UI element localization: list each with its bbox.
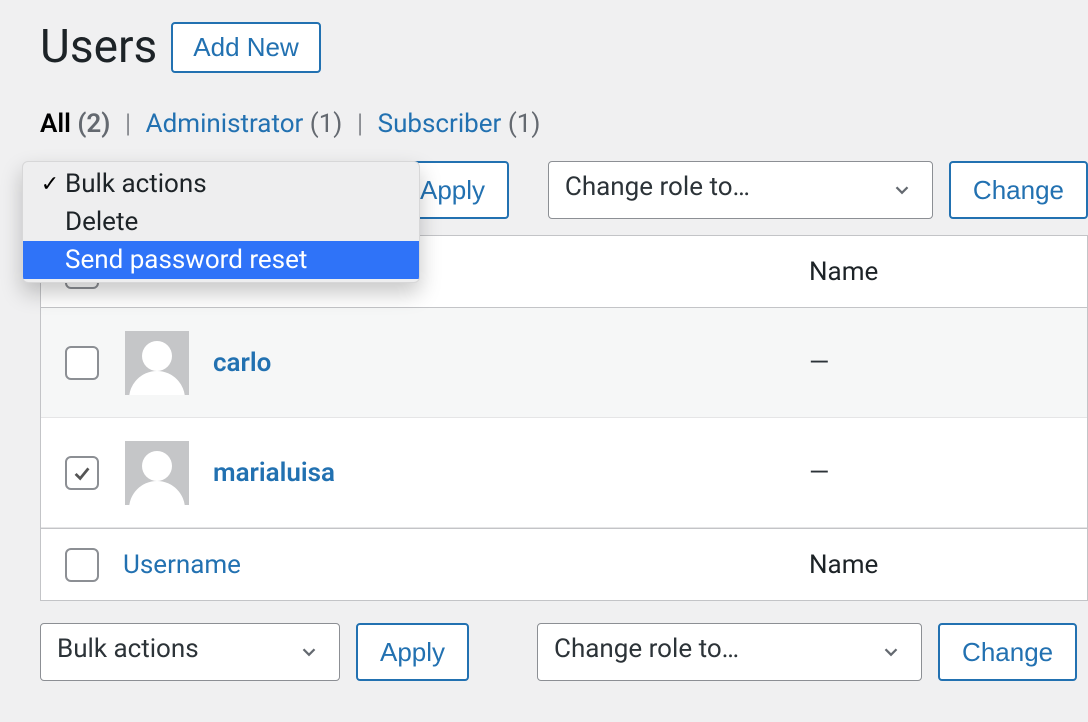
avatar (125, 331, 189, 395)
check-icon: ✓ (35, 172, 65, 197)
row-checkbox[interactable] (65, 346, 99, 380)
dropdown-option-bulk-actions[interactable]: ✓ Bulk actions (23, 165, 419, 203)
bulk-actions-select-bottom-wrap: Bulk actions (40, 623, 340, 681)
change-button-bottom[interactable]: Change (938, 623, 1077, 681)
change-role-select[interactable]: Change role to… (548, 161, 933, 219)
change-role-select-bottom[interactable]: Change role to… (537, 623, 922, 681)
dropdown-option-delete[interactable]: Delete (23, 203, 419, 241)
column-footer-username[interactable]: Username (123, 550, 241, 580)
top-toolbar: ✓ Bulk actions Delete Send password rese… (40, 161, 1088, 219)
filter-all[interactable]: All (2) (40, 109, 117, 139)
username-link[interactable]: carlo (213, 348, 271, 378)
column-footer-name: Name (809, 550, 878, 580)
filter-subscriber[interactable]: Subscriber (1) (378, 109, 541, 139)
row-checkbox[interactable] (65, 456, 99, 490)
separator: | (125, 109, 131, 139)
name-cell: — (809, 458, 829, 488)
filter-administrator[interactable]: Administrator (1) (146, 109, 349, 139)
column-header-name: Name (809, 257, 878, 287)
name-cell: — (809, 348, 829, 378)
page-title: Users (40, 20, 157, 74)
add-new-button[interactable]: Add New (171, 22, 321, 73)
dropdown-option-send-password-reset[interactable]: Send password reset (23, 241, 419, 279)
change-role-select-wrap: Change role to… (548, 161, 933, 219)
select-all-checkbox-footer[interactable] (65, 548, 99, 582)
table-footer: Username Name (41, 528, 1087, 600)
avatar (125, 441, 189, 505)
table-row: carlo — (41, 308, 1087, 418)
table-row: marialuisa — (41, 418, 1087, 528)
bulk-actions-dropdown: ✓ Bulk actions Delete Send password rese… (22, 161, 420, 283)
separator: | (357, 109, 363, 139)
bulk-actions-select-bottom[interactable]: Bulk actions (40, 623, 340, 681)
bulk-actions-select-wrap: ✓ Bulk actions Delete Send password rese… (40, 161, 380, 219)
change-role-select-bottom-wrap: Change role to… (537, 623, 922, 681)
filter-links: All (2) | Administrator (1) | Subscriber… (40, 109, 1088, 139)
apply-button-bottom[interactable]: Apply (356, 623, 469, 681)
username-link[interactable]: marialuisa (213, 458, 335, 488)
change-button[interactable]: Change (949, 161, 1088, 219)
bottom-toolbar: Bulk actions Apply Change role to… Chang… (40, 623, 1088, 681)
users-table: Username Name carlo — marialuisa (40, 235, 1088, 601)
page-header: Users Add New (40, 20, 1088, 74)
